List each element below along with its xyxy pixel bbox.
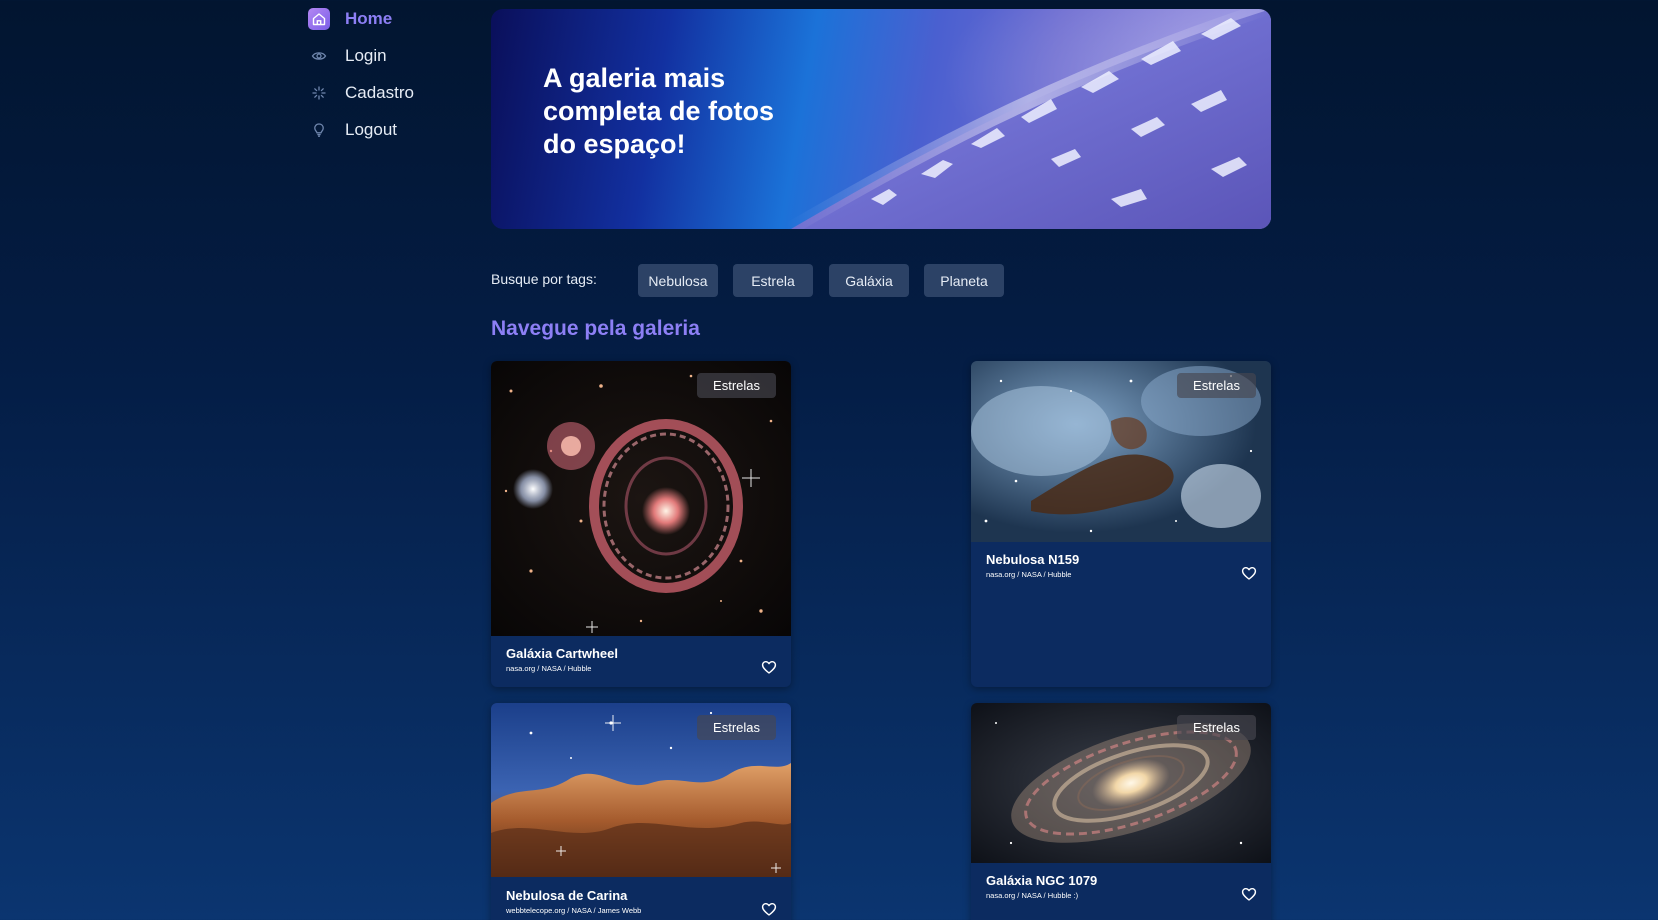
card-photo: Estrelas: [971, 361, 1271, 542]
card-photo: Estrelas: [971, 703, 1271, 863]
category-badge: Estrelas: [1177, 715, 1256, 740]
gallery-card[interactable]: Estrelas Galáxia Cartwheel nasa.org / NA…: [491, 361, 791, 687]
banner-title: A galeria mais completa de fotos do espa…: [543, 63, 775, 159]
sidebar-item-logout[interactable]: Logout: [308, 116, 397, 144]
sidebar-item-login[interactable]: Login: [308, 42, 387, 70]
gallery-card[interactable]: Estrelas Nebulosa N159 nasa.org / NASA /…: [971, 361, 1271, 687]
card-credit: nasa.org / NASA / Hubble :): [986, 891, 1079, 900]
card-credit: nasa.org / NASA / Hubble: [506, 664, 592, 673]
card-title: Galáxia NGC 1079: [986, 873, 1098, 888]
heart-icon[interactable]: [761, 659, 777, 675]
gallery-card[interactable]: Estrelas Galáxia NGC 1079 nasa.org / NAS…: [971, 703, 1271, 920]
gallery-title: Navegue pela galeria: [491, 317, 700, 340]
sidebar-item-label: Cadastro: [345, 83, 414, 102]
sidebar-item-label: Logout: [345, 120, 397, 139]
card-credit: nasa.org / NASA / Hubble: [986, 570, 1072, 579]
category-badge: Estrelas: [697, 715, 776, 740]
sparkle-icon: [308, 82, 330, 104]
category-badge: Estrelas: [697, 373, 776, 398]
home-icon: [308, 8, 330, 30]
tag-button-nebulosa[interactable]: Nebulosa: [638, 264, 718, 297]
card-title: Galáxia Cartwheel: [506, 646, 618, 661]
card-photo: Estrelas: [491, 361, 791, 636]
heart-icon[interactable]: [1241, 886, 1257, 902]
card-title: Nebulosa de Carina: [506, 888, 628, 903]
gallery-card[interactable]: Estrelas Nebulosa de Carina webbtelecope…: [491, 703, 791, 920]
tag-button-galaxia[interactable]: Galáxia: [829, 264, 909, 297]
tag-button-planeta[interactable]: Planeta: [924, 264, 1004, 297]
eye-icon: [308, 45, 330, 67]
category-badge: Estrelas: [1177, 373, 1256, 398]
sidebar-item-label: Login: [345, 46, 387, 65]
card-credit: webbtelecope.org / NASA / James Webb: [506, 906, 642, 915]
sidebar-item-home[interactable]: Home: [308, 5, 392, 33]
tag-button-estrela[interactable]: Estrela: [733, 264, 813, 297]
tags-label: Busque por tags:: [491, 271, 597, 287]
card-photo: Estrelas: [491, 703, 791, 877]
sidebar-item-cadastro[interactable]: Cadastro: [308, 79, 414, 107]
hero-banner: A galeria mais completa de fotos do espa…: [491, 9, 1271, 229]
heart-icon[interactable]: [761, 901, 777, 917]
sidebar-item-label: Home: [345, 9, 393, 28]
heart-icon[interactable]: [1241, 565, 1257, 581]
lightbulb-icon: [308, 119, 330, 141]
card-title: Nebulosa N159: [986, 552, 1080, 567]
